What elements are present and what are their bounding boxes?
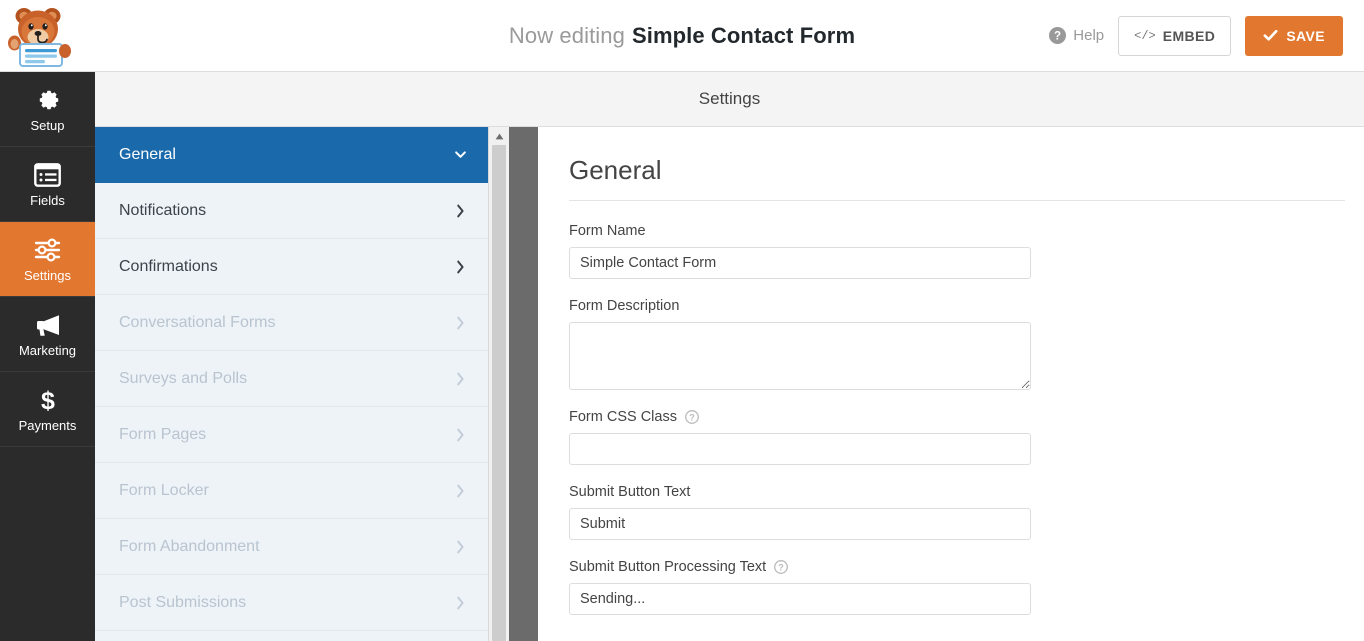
sidebar-item-label: Fields [30, 192, 65, 208]
section-divider [569, 200, 1345, 202]
settings-list-item-label: Post Submissions [119, 593, 247, 611]
chevron-down-icon [455, 147, 466, 163]
settings-list-item-label: Notifications [119, 201, 207, 219]
embed-label: EMBED [1162, 27, 1216, 44]
svg-text:$: $ [41, 387, 55, 413]
settings-list-item-label: General [119, 145, 176, 163]
submit-processing-text-input[interactable] [569, 583, 1031, 616]
svg-text:?: ? [1054, 31, 1061, 43]
panel-header-bar: Settings [95, 72, 1364, 127]
sidebar-item-label: Setup [30, 117, 65, 133]
section-heading: General [569, 155, 662, 185]
scrollbar-thumb[interactable] [492, 145, 506, 641]
code-brackets-icon: </> [1134, 28, 1156, 43]
form-description-label: Form Description [569, 298, 680, 315]
form-css-class-label: Form CSS Class ? [569, 409, 1344, 425]
panel-divider [509, 127, 538, 641]
submit-button-text-input[interactable] [569, 508, 1031, 541]
help-label: Help [1073, 27, 1105, 44]
settings-list-item-label: Form Abandonment [119, 537, 260, 555]
field-submit-processing-text: Submit Button Processing Text ? [569, 559, 1344, 616]
header-actions: ? Help </> EMBED SAVE [1049, 0, 1343, 71]
settings-list-item-conversational-forms: Conversational Forms [95, 295, 488, 351]
sidebar-item-setup[interactable]: Setup [0, 72, 95, 147]
check-icon [1263, 28, 1278, 43]
settings-list-item-confirmations[interactable]: Confirmations [95, 239, 488, 295]
save-label: SAVE [1286, 27, 1325, 44]
settings-list-scrollbar[interactable] [488, 127, 509, 641]
settings-list-item-post-submissions: Post Submissions [95, 575, 488, 631]
sidebar-item-fields[interactable]: Fields [0, 147, 95, 222]
megaphone-icon [34, 312, 62, 338]
main-sidebar: Setup Fields Settings Marketing $ Paymen… [0, 72, 95, 641]
chevron-right-icon [455, 203, 466, 219]
settings-list-item-general[interactable]: General [95, 127, 488, 183]
chevron-right-icon [455, 595, 466, 611]
help-tooltip-icon[interactable]: ? [685, 410, 699, 425]
chevron-right-icon [455, 427, 466, 443]
settings-list-item-form-locker: Form Locker [95, 463, 488, 519]
settings-list-item-label: Conversational Forms [119, 313, 276, 331]
settings-list-item-notifications[interactable]: Notifications [95, 183, 488, 239]
form-name-label: Form Name [569, 223, 646, 240]
settings-list-item-form-pages: Form Pages [95, 407, 488, 463]
svg-text:?: ? [778, 563, 784, 573]
sidebar-item-settings[interactable]: Settings [0, 222, 95, 297]
field-form-description: Form Description [569, 298, 1344, 391]
scroll-up-arrow-icon[interactable] [489, 127, 509, 145]
save-button[interactable]: SAVE [1245, 15, 1343, 56]
settings-list: General Notifications Confirmations Convers… [95, 127, 488, 641]
settings-list-item-label: Surveys and Polls [119, 369, 248, 387]
gear-icon [35, 87, 61, 113]
sidebar-item-label: Marketing [18, 342, 77, 358]
help-circle-icon: ? [1049, 27, 1067, 44]
wpforms-mascot-logo [4, 2, 80, 70]
chevron-right-icon [455, 371, 466, 387]
sidebar-item-marketing[interactable]: Marketing [0, 297, 95, 372]
submit-button-text-label: Submit Button Text [569, 484, 691, 501]
submit-processing-text-label: Submit Button Processing Text ? [569, 559, 1344, 575]
sliders-icon [34, 237, 61, 263]
settings-list-item-label: Confirmations [119, 257, 218, 275]
form-css-class-input[interactable] [569, 433, 1031, 466]
chevron-right-icon [455, 259, 466, 275]
embed-button[interactable]: </> EMBED [1118, 15, 1232, 56]
editing-prefix: Now editing [508, 22, 625, 48]
form-fields-icon [34, 162, 61, 188]
sidebar-item-payments[interactable]: $ Payments [0, 372, 95, 447]
current-form-name: Simple Contact Form [631, 22, 856, 48]
svg-text:?: ? [689, 413, 695, 423]
app-header: Now editing Simple Contact Form ? Help <… [0, 0, 1364, 72]
sidebar-item-label: Payments [18, 417, 77, 433]
sidebar-item-label: Settings [24, 267, 71, 283]
dollar-icon: $ [38, 387, 58, 413]
panel-title: Settings [698, 89, 761, 108]
settings-list-item-surveys-and-polls: Surveys and Polls [95, 351, 488, 407]
chevron-right-icon [455, 315, 466, 331]
settings-list-item-form-abandonment: Form Abandonment [95, 519, 488, 575]
form-description-textarea[interactable] [569, 322, 1031, 391]
general-settings-panel: General Form Name Form Description Form … [538, 127, 1364, 641]
form-name-input[interactable] [569, 247, 1031, 280]
chevron-right-icon [455, 483, 466, 499]
chevron-right-icon [455, 539, 466, 555]
help-button[interactable]: ? Help [1049, 27, 1104, 44]
field-submit-button-text: Submit Button Text [569, 484, 1344, 541]
field-form-css-class: Form CSS Class ? [569, 409, 1344, 466]
help-tooltip-icon[interactable]: ? [774, 560, 789, 575]
settings-list-item-label: Form Pages [119, 425, 207, 443]
settings-list-item-label: Form Locker [119, 481, 209, 499]
field-form-name: Form Name [569, 223, 1344, 280]
